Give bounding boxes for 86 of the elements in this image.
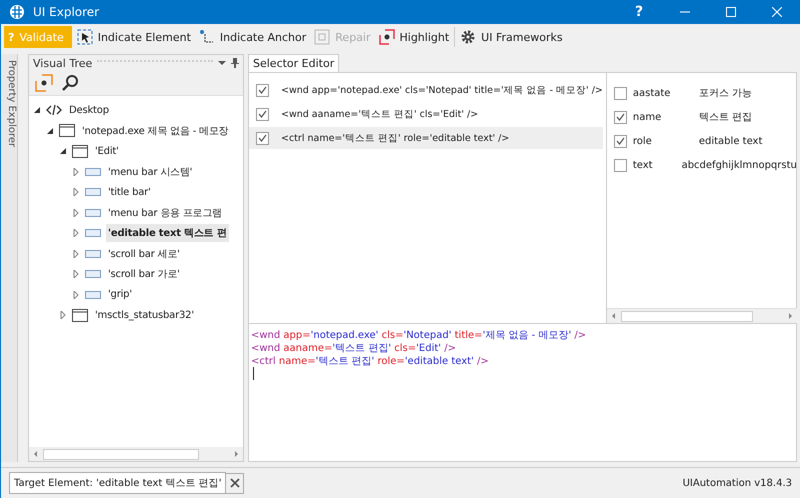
toolbar-button[interactable]: Highlight (376, 26, 452, 48)
window-title: UI Explorer (33, 5, 100, 19)
app-logo-icon (9, 4, 25, 20)
tree-item[interactable]: 'menu bar 시스템' (106, 162, 194, 181)
checkbox[interactable] (614, 110, 627, 124)
selector-text: <wnd aaname='텍스트 편집' cls='Edit' /> (281, 108, 478, 120)
tree-item[interactable]: 'msctls_statusbar32' (93, 308, 196, 323)
attribute-value: 포커스 가능 (698, 87, 752, 100)
attribute-value: abcdefghijklmnopqrstu (682, 160, 797, 170)
tree-item[interactable]: 'scroll bar 가로' (106, 265, 182, 284)
selector-text: <wnd app='notepad.exe' cls='Notepad' title='제목 없음 - 메모장' /> (281, 84, 603, 96)
attribute-name: text (632, 160, 654, 170)
close-icon (230, 478, 240, 488)
code-line: <wnd app='notepad.exe' cls='Notepad' title='제목 없음 - 메모장' /> (251, 329, 588, 341)
scrollbar-thumb[interactable] (620, 310, 753, 322)
control-icon (85, 208, 101, 218)
checkbox[interactable] (256, 108, 269, 120)
expand-icon[interactable] (72, 250, 80, 258)
locate-icon[interactable] (35, 74, 53, 92)
search-icon[interactable] (61, 74, 79, 92)
version-label: UIAutomation v18.4.3 (682, 478, 792, 488)
control-icon (85, 187, 101, 198)
collapse-icon[interactable] (59, 147, 67, 156)
code-line: <ctrl name='텍스트 편집' role='editable text' /> (251, 355, 490, 367)
expand-icon[interactable] (72, 229, 80, 238)
selector-node[interactable]: <ctrl name='텍스트 편집' role='editable text' /> (249, 127, 603, 149)
control-icon (85, 166, 101, 177)
control-icon (85, 248, 101, 259)
window-icon (59, 124, 75, 138)
maximize-icon (726, 7, 736, 17)
expand-icon[interactable] (59, 311, 67, 320)
expand-icon[interactable] (72, 168, 80, 176)
collapse-icon[interactable] (33, 106, 41, 114)
checkbox[interactable] (614, 86, 627, 100)
attribute-name: name (632, 112, 662, 122)
expand-icon[interactable] (72, 208, 80, 217)
code-line: <wnd aaname='텍스트 편집' cls='Edit' /> (251, 342, 457, 354)
attribute-value: editable text (698, 136, 762, 146)
attribute-name: aastate (632, 88, 672, 98)
pin-icon[interactable] (231, 58, 239, 68)
anchor-icon (198, 29, 215, 45)
close-icon (772, 7, 782, 17)
tree-item[interactable]: 'notepad.exe 제목 없음 - 메모장 (80, 122, 231, 140)
selector-node[interactable]: <wnd app='notepad.exe' cls='Notepad' title='제목 없음 - 메모장' /> (249, 79, 603, 101)
scrollbar-thumb[interactable] (43, 448, 199, 460)
tree-item[interactable]: Desktop (67, 102, 111, 118)
tree-item[interactable]: 'title bar' (106, 184, 153, 200)
pointer-icon (76, 29, 93, 45)
checkbox[interactable] (614, 134, 627, 148)
panel-title: Visual Tree (33, 56, 92, 70)
window-icon (72, 308, 88, 322)
checkbox[interactable] (256, 84, 269, 96)
selector-node[interactable]: <wnd aaname='텍스트 편집' cls='Edit' /> (249, 103, 603, 125)
text-cursor (253, 367, 254, 380)
control-icon (85, 228, 101, 238)
highlight-icon (378, 29, 394, 45)
control-icon (85, 269, 101, 280)
tree-item[interactable]: 'Edit' (93, 144, 121, 159)
help-button[interactable]: ? (616, 0, 662, 24)
tree-item[interactable]: 'scroll bar 세로' (106, 244, 182, 263)
tree-item[interactable]: 'menu bar 응용 프로그램 (106, 204, 224, 222)
selector-code-editor[interactable]: <wnd app='notepad.exe' cls='Notepad' title='제목 없음 - 메모장' /> <wnd aaname='텍스트 편집' cls='Edit' /> <ctrl name='텍스트 편집' role='editable text' /> (249, 324, 796, 461)
tree-item[interactable]: 'grip' (106, 287, 134, 302)
checkbox[interactable] (256, 132, 269, 144)
checkbox[interactable] (614, 158, 627, 172)
selector-text: <ctrl name='텍스트 편집' role='editable text' /> (281, 132, 510, 144)
repair-icon (314, 29, 330, 45)
clear-button[interactable] (226, 472, 244, 494)
toolbar-button[interactable]: UI Frameworks (457, 26, 566, 48)
attribute-value: 텍스트 편집 (698, 111, 752, 124)
property-explorer-tab[interactable]: Property Explorer (1, 54, 18, 462)
expand-icon[interactable] (72, 270, 80, 278)
toolbar-button[interactable]: Indicate Anchor (196, 26, 310, 48)
tree-item[interactable]: 'editable text 텍스트 편 (106, 224, 229, 242)
dropdown-icon[interactable] (218, 60, 226, 66)
expand-icon[interactable] (72, 290, 80, 299)
code-icon (46, 104, 62, 116)
target-element-label: Target Element: 'editable text 텍스트 편집' (9, 472, 226, 494)
settings-icon (460, 29, 476, 45)
window-icon (72, 144, 88, 158)
attribute-name: role (632, 136, 653, 146)
control-icon (85, 290, 101, 300)
collapse-icon[interactable] (46, 126, 54, 135)
selector-editor-tab[interactable]: Selector Editor (248, 54, 340, 72)
expand-icon[interactable] (72, 188, 80, 196)
toolbar-button[interactable]: Indicate Element (74, 26, 194, 48)
